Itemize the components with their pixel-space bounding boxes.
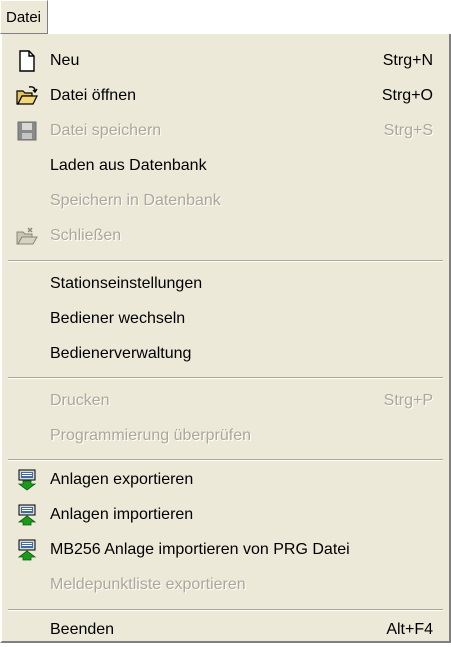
menu-item-bedienerverwaltung[interactable]: Bedienerverwaltung	[2, 336, 449, 371]
menu-item-speichern-in-datenbank-label: Speichern in Datenbank	[50, 192, 221, 209]
menu-item-mb256-anlage-importieren-label: MB256 Anlage importieren von PRG Datei	[50, 541, 350, 558]
computer-import-icon	[16, 504, 38, 526]
menu-item-datei-speichern-shortcut: Strg+S	[383, 122, 433, 139]
menu-item-programmierung-ueberpruefen-label: Programmierung überprüfen	[50, 427, 251, 444]
menu-separator	[8, 260, 443, 262]
menu-separator	[8, 377, 443, 379]
menu-separator	[8, 609, 443, 611]
menu-item-programmierung-ueberpruefen[interactable]: Programmierung überprüfen	[2, 418, 449, 453]
menu-item-bedienerverwaltung-label: Bedienerverwaltung	[50, 345, 192, 362]
menu-item-bediener-wechseln[interactable]: Bediener wechseln	[2, 301, 449, 336]
menu-item-bediener-wechseln-label: Bediener wechseln	[50, 310, 186, 327]
menu-item-stationseinstellungen[interactable]: Stationseinstellungen	[2, 266, 449, 301]
menu-item-anlagen-exportieren-label: Anlagen exportieren	[50, 471, 194, 488]
menu-item-datei-speichern[interactable]: Datei speichern Strg+S	[2, 113, 449, 148]
menu-separator	[8, 459, 443, 461]
menu-item-drucken-label: Drucken	[50, 392, 110, 409]
menu-item-neu-label: Neu	[50, 52, 80, 69]
menu-item-neu-shortcut: Strg+N	[382, 52, 433, 69]
menu-item-neu[interactable]: Neu Strg+N	[2, 43, 449, 78]
menu-item-datei-speichern-label: Datei speichern	[50, 122, 162, 139]
computer-export-icon	[16, 469, 38, 491]
save-disk-icon	[16, 120, 38, 142]
new-document-icon	[16, 50, 38, 72]
menu-item-anlagen-importieren-label: Anlagen importieren	[50, 506, 194, 523]
open-folder-icon	[16, 85, 38, 107]
menu-datei-label: Datei	[6, 8, 42, 26]
menu-item-datei-oeffnen-shortcut: Strg+O	[381, 87, 433, 104]
menu-item-stationseinstellungen-label: Stationseinstellungen	[50, 275, 203, 292]
menu-item-datei-oeffnen[interactable]: Datei öffnen Strg+O	[2, 78, 449, 113]
menu-item-schliessen-label: Schließen	[50, 227, 122, 244]
menu-item-laden-aus-datenbank-label: Laden aus Datenbank	[50, 157, 207, 174]
menu-item-mb256-anlage-importieren[interactable]: MB256 Anlage importieren von PRG Datei	[2, 532, 449, 567]
menu-item-beenden[interactable]: Beenden Alt+F4	[2, 612, 449, 647]
menu-datei[interactable]: Datei	[0, 0, 48, 34]
menu-item-drucken-shortcut: Strg+P	[383, 392, 433, 409]
menu-item-beenden-shortcut: Alt+F4	[386, 621, 433, 638]
computer-import-icon	[16, 539, 38, 561]
menu-item-datei-oeffnen-label: Datei öffnen	[50, 87, 136, 104]
menu-item-speichern-in-datenbank[interactable]: Speichern in Datenbank	[2, 183, 449, 218]
close-folder-icon	[16, 225, 38, 247]
menu-item-anlagen-exportieren[interactable]: Anlagen exportieren	[2, 462, 449, 497]
menu-item-meldepunktliste-exportieren[interactable]: Meldepunktliste exportieren	[2, 567, 449, 602]
menu-item-drucken[interactable]: Drucken Strg+P	[2, 383, 449, 418]
menu-item-meldepunktliste-exportieren-label: Meldepunktliste exportieren	[50, 576, 246, 593]
menu-bar: Datei	[0, 0, 451, 34]
datei-dropdown-menu: Neu Strg+N Datei öffnen Strg+O Datei spe…	[0, 34, 451, 643]
menu-item-schliessen[interactable]: Schließen	[2, 218, 449, 253]
menu-item-laden-aus-datenbank[interactable]: Laden aus Datenbank	[2, 148, 449, 183]
menu-item-anlagen-importieren[interactable]: Anlagen importieren	[2, 497, 449, 532]
menu-item-beenden-label: Beenden	[50, 621, 115, 638]
